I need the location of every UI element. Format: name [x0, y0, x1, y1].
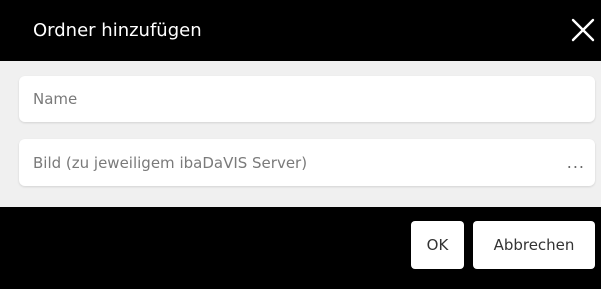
browse-button[interactable]: ...	[567, 153, 585, 172]
image-input[interactable]	[19, 139, 595, 186]
dialog-title: Ordner hinzufügen	[33, 20, 202, 41]
close-icon	[571, 18, 595, 42]
close-button[interactable]	[570, 17, 596, 43]
dialog-body: ...	[0, 61, 601, 207]
name-input[interactable]	[19, 76, 595, 122]
add-folder-dialog: Ordner hinzufügen ... OK Abbrechen	[0, 0, 601, 289]
ok-button[interactable]: OK	[411, 221, 464, 269]
image-field-container: ...	[19, 139, 595, 186]
dialog-footer: OK Abbrechen	[0, 207, 601, 289]
name-field-container	[19, 76, 595, 122]
cancel-button[interactable]: Abbrechen	[473, 221, 595, 269]
dialog-header: Ordner hinzufügen	[0, 0, 601, 61]
